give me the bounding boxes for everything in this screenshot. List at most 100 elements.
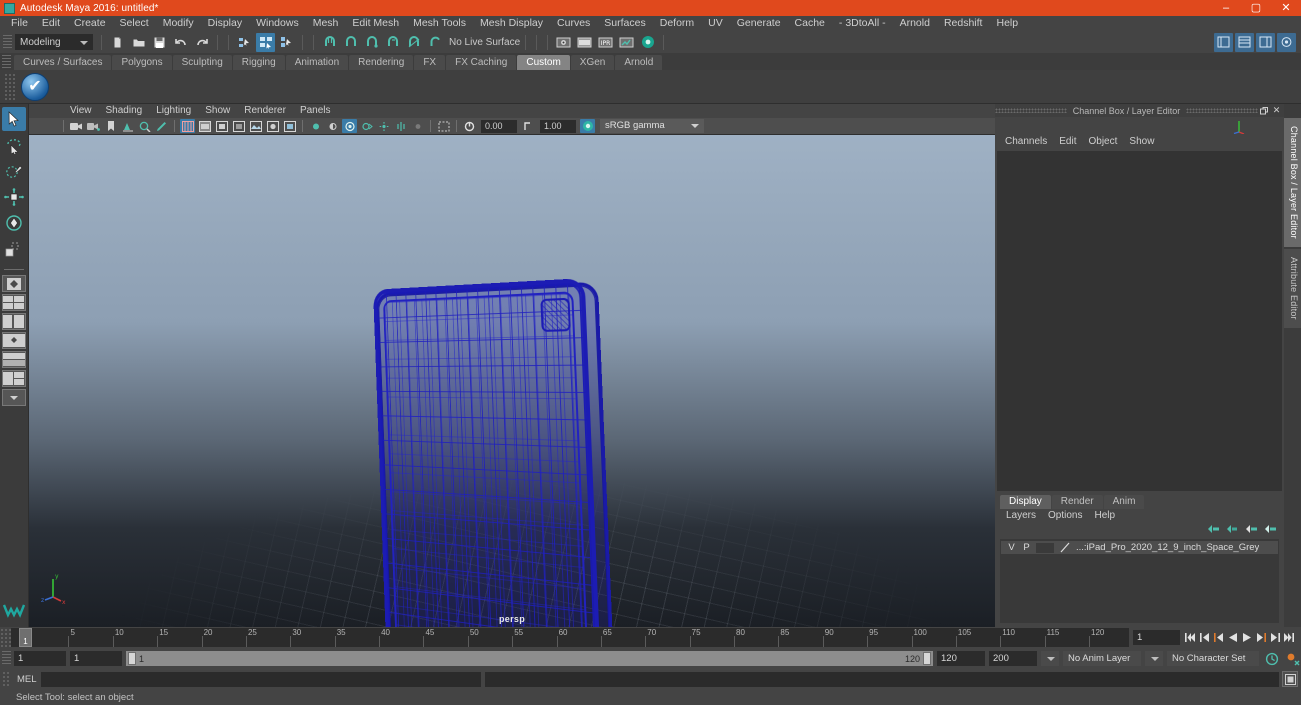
- go-to-end-icon[interactable]: [1282, 630, 1295, 645]
- menu-file[interactable]: File: [4, 16, 35, 31]
- two-d-pan-zoom-icon[interactable]: [137, 119, 152, 133]
- color-management-toggle-icon[interactable]: [580, 119, 595, 133]
- isolate-select-icon[interactable]: [436, 119, 451, 133]
- snap-to-point-icon[interactable]: [362, 33, 381, 52]
- exposure-value-field[interactable]: 0.00: [481, 119, 517, 133]
- vtab-attribute-editor[interactable]: Attribute Editor: [1284, 248, 1301, 328]
- open-scene-icon[interactable]: [129, 33, 148, 52]
- menu-edit[interactable]: Edit: [35, 16, 67, 31]
- viewport-menu-panels[interactable]: Panels: [293, 104, 338, 118]
- range-start-handle[interactable]: [128, 652, 136, 665]
- side-by-side-layout[interactable]: [2, 313, 26, 330]
- menu-mesh-display[interactable]: Mesh Display: [473, 16, 550, 31]
- scale-tool[interactable]: [2, 237, 26, 261]
- bookmarks-icon[interactable]: [103, 119, 118, 133]
- layer-display-type-box[interactable]: [1036, 542, 1054, 553]
- panel-drag-dots[interactable]: [995, 108, 1067, 113]
- new-layer-icon[interactable]: [1245, 524, 1258, 537]
- snap-to-view-plane-icon[interactable]: [404, 33, 423, 52]
- menu-uv[interactable]: UV: [701, 16, 730, 31]
- shelf-tab-rendering[interactable]: Rendering: [349, 55, 414, 70]
- image-plane-icon[interactable]: [120, 119, 135, 133]
- command-input-field[interactable]: [41, 671, 481, 687]
- layer-tab-render[interactable]: Render: [1051, 495, 1103, 509]
- menu-surfaces[interactable]: Surfaces: [597, 16, 652, 31]
- persp-graph-layout[interactable]: [2, 351, 26, 368]
- animation-end-time-field[interactable]: 200: [989, 651, 1037, 666]
- gamma-value-field[interactable]: 1.00: [540, 119, 576, 133]
- ambient-occlusion-icon[interactable]: [342, 119, 357, 133]
- use-default-material-icon[interactable]: [248, 119, 263, 133]
- menu-redshift[interactable]: Redshift: [937, 16, 990, 31]
- wireframe-icon[interactable]: [180, 119, 195, 133]
- channel-menu-channels[interactable]: Channels: [999, 135, 1053, 149]
- shelf-tab-fx-caching[interactable]: FX Caching: [446, 55, 517, 70]
- animation-preferences-icon[interactable]: [1285, 651, 1301, 667]
- current-frame-field[interactable]: 1: [1133, 630, 1180, 645]
- script-editor-icon[interactable]: [1282, 671, 1298, 687]
- command-line-grip[interactable]: [2, 671, 11, 687]
- channel-box-attribute-list[interactable]: [997, 151, 1282, 491]
- step-back-key-icon[interactable]: [1212, 630, 1225, 645]
- select-camera-icon[interactable]: [69, 119, 84, 133]
- snap-to-curve-icon[interactable]: [341, 33, 360, 52]
- anim-layer-dropdown[interactable]: No Anim Layer: [1063, 651, 1141, 666]
- xray-icon[interactable]: [393, 119, 408, 133]
- snap-to-projected-center-icon[interactable]: [383, 33, 402, 52]
- camera-attributes-icon[interactable]: [86, 119, 101, 133]
- layer-tab-anim[interactable]: Anim: [1103, 495, 1145, 509]
- play-forwards-icon[interactable]: [1240, 630, 1253, 645]
- range-slider-grip[interactable]: [2, 651, 11, 666]
- playback-end-time-field[interactable]: 120: [937, 651, 985, 666]
- menu-deform[interactable]: Deform: [653, 16, 701, 31]
- color-management-dropdown[interactable]: sRGB gamma: [600, 119, 704, 133]
- move-layer-down-icon[interactable]: [1226, 524, 1239, 537]
- range-slider-bar[interactable]: 1 120: [126, 651, 933, 666]
- shelf-tab-curves-surfaces[interactable]: Curves / Surfaces: [14, 55, 112, 70]
- menu-windows[interactable]: Windows: [249, 16, 306, 31]
- motion-blur-icon[interactable]: [359, 119, 374, 133]
- undo-icon[interactable]: [171, 33, 190, 52]
- layer-visibility-toggle[interactable]: V: [1004, 542, 1019, 553]
- layer-list[interactable]: V P ...:iPad_Pro_2020_12_9_inch_Space_Gr…: [1000, 539, 1279, 623]
- auto-keyframe-icon[interactable]: [1264, 651, 1280, 667]
- viewport-menu-renderer[interactable]: Renderer: [237, 104, 293, 118]
- smooth-shade-selected-icon[interactable]: [214, 119, 229, 133]
- step-forward-key-icon[interactable]: [1254, 630, 1267, 645]
- menu-generate[interactable]: Generate: [730, 16, 788, 31]
- menu-edit-mesh[interactable]: Edit Mesh: [345, 16, 406, 31]
- shelf-tab-custom[interactable]: Custom: [517, 55, 570, 70]
- menu-set-selector[interactable]: Modeling: [15, 34, 93, 50]
- layer-row[interactable]: V P ...:iPad_Pro_2020_12_9_inch_Space_Gr…: [1001, 541, 1278, 554]
- hypershade-icon[interactable]: [638, 33, 657, 52]
- textured-icon[interactable]: [282, 119, 297, 133]
- shelf-tab-xgen[interactable]: XGen: [570, 55, 615, 70]
- menu-cache[interactable]: Cache: [788, 16, 832, 31]
- move-layer-up-icon[interactable]: [1207, 524, 1220, 537]
- select-tool[interactable]: [2, 107, 26, 131]
- grease-pencil-icon[interactable]: [154, 119, 169, 133]
- redo-icon[interactable]: [192, 33, 211, 52]
- paint-select-tool[interactable]: [2, 159, 26, 183]
- menu-mesh[interactable]: Mesh: [306, 16, 346, 31]
- render-settings-icon[interactable]: [617, 33, 636, 52]
- xray-joints-icon[interactable]: [410, 119, 425, 133]
- shaded-wireframe-icon[interactable]: [265, 119, 280, 133]
- persp-outliner-layout[interactable]: [2, 332, 26, 349]
- more-layouts[interactable]: [2, 389, 26, 406]
- shelf-grip[interactable]: [2, 55, 11, 70]
- layer-name[interactable]: ...:iPad_Pro_2020_12_9_inch_Space_Grey: [1076, 542, 1259, 553]
- four-view-layout[interactable]: [2, 294, 26, 311]
- playback-options-dropdown[interactable]: [1041, 651, 1059, 666]
- hypershade-persp-layout[interactable]: [2, 370, 26, 387]
- viewport-menu-shading[interactable]: Shading: [99, 104, 150, 118]
- move-tool[interactable]: [2, 185, 26, 209]
- maximize-button[interactable]: ▢: [1241, 0, 1271, 16]
- layer-color-swatch-icon[interactable]: [1059, 542, 1073, 553]
- ipr-render-icon[interactable]: IPR: [596, 33, 615, 52]
- character-set-dropdown[interactable]: No Character Set: [1167, 651, 1259, 666]
- menu-select[interactable]: Select: [113, 16, 156, 31]
- shelf-tab-sculpting[interactable]: Sculpting: [172, 55, 232, 70]
- close-button[interactable]: ✕: [1271, 0, 1301, 16]
- command-language-label[interactable]: MEL: [11, 674, 41, 685]
